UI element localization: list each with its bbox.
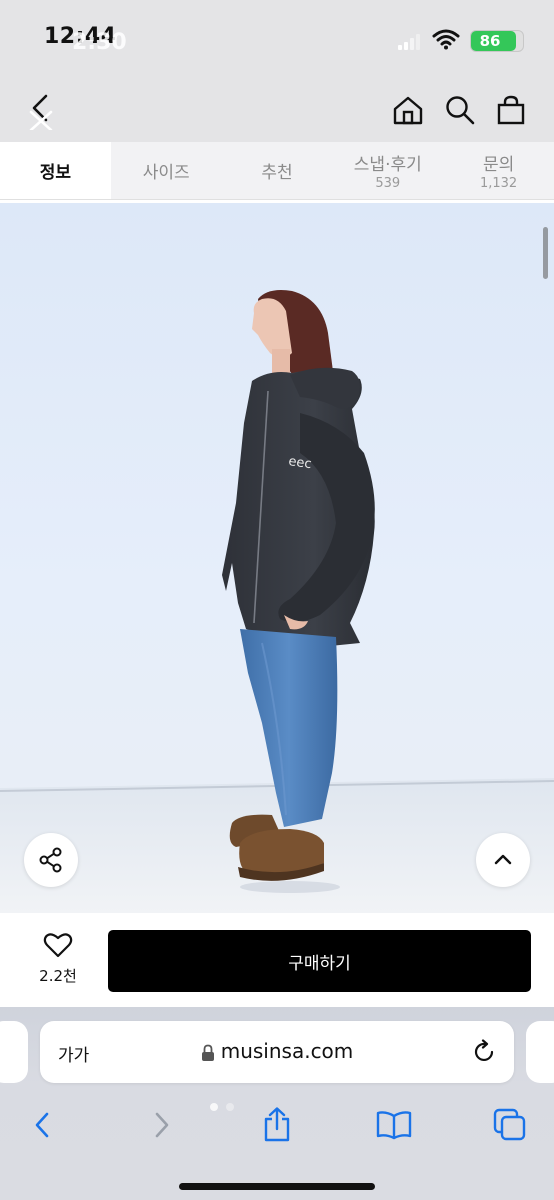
battery-indicator: 86 xyxy=(470,30,524,52)
address-bar[interactable]: 가가 musinsa.com xyxy=(40,1021,514,1083)
tab-label: 정보 xyxy=(39,163,72,183)
svg-text:eec: eec xyxy=(287,454,312,472)
battery-percent: 86 xyxy=(479,32,501,50)
tab-count: 539 xyxy=(375,176,401,191)
browser-share-button[interactable] xyxy=(257,1105,297,1145)
chevron-up-icon xyxy=(494,854,512,865)
like-button[interactable]: 2.2천 xyxy=(24,931,92,986)
scroll-top-button[interactable] xyxy=(476,833,530,887)
wifi-icon xyxy=(432,29,460,50)
tab-count: 1,132 xyxy=(479,176,518,191)
share-icon xyxy=(39,847,62,873)
tab-label: 스냅·후기 xyxy=(353,155,422,175)
tab-label: 사이즈 xyxy=(142,163,190,183)
back-arrow-icon[interactable] xyxy=(20,90,60,130)
url-display[interactable]: musinsa.com xyxy=(40,1039,514,1063)
tabs-button[interactable] xyxy=(490,1105,530,1145)
cellular-signal-icon xyxy=(398,34,420,50)
page-dots xyxy=(210,1103,234,1111)
lock-icon xyxy=(201,1044,214,1061)
next-tab-preview[interactable] xyxy=(526,1021,554,1083)
tabs-icon xyxy=(493,1108,526,1141)
tab-label: 추천 xyxy=(261,163,293,183)
like-count: 2.2천 xyxy=(39,967,77,985)
home-icon[interactable] xyxy=(388,90,428,130)
previous-tab-preview[interactable] xyxy=(0,1021,28,1083)
tab-snap-review[interactable]: 스냅·후기 539 xyxy=(332,142,443,199)
browser-forward-button[interactable] xyxy=(142,1105,182,1145)
back-icon xyxy=(35,1112,49,1138)
product-tabs: 정보 사이즈 추천 스냅·후기 539 문의 1,132 xyxy=(0,142,554,200)
product-image[interactable]: eec xyxy=(0,203,554,913)
tab-label: 문의 xyxy=(482,155,515,175)
status-time-overlay: 2:30 xyxy=(72,30,127,55)
heart-icon xyxy=(43,933,73,958)
bookmarks-button[interactable] xyxy=(374,1105,414,1145)
shopping-bag-icon[interactable] xyxy=(491,90,531,130)
tab-size[interactable]: 사이즈 xyxy=(111,142,222,199)
tab-info[interactable]: 정보 xyxy=(0,142,111,199)
reload-icon[interactable] xyxy=(472,1039,498,1065)
search-icon[interactable] xyxy=(440,90,480,130)
status-bar: 12:44 2:30 86 xyxy=(0,0,554,80)
model-photo: eec xyxy=(0,290,554,913)
share-button[interactable] xyxy=(24,833,78,887)
tab-recommend[interactable]: 추천 xyxy=(222,142,333,199)
bookmarks-icon xyxy=(376,1111,412,1140)
home-indicator xyxy=(179,1183,375,1190)
domain-text: musinsa.com xyxy=(220,1039,354,1063)
tab-inquiry[interactable]: 문의 1,132 xyxy=(443,142,554,199)
buy-button[interactable]: 구매하기 xyxy=(108,930,531,992)
browser-back-button[interactable] xyxy=(22,1105,62,1145)
app-header xyxy=(0,80,554,142)
forward-icon xyxy=(155,1112,169,1138)
scroll-indicator[interactable] xyxy=(543,227,548,279)
share-icon xyxy=(264,1107,290,1142)
browser-toolbar: 가가 musinsa.com xyxy=(0,1007,554,1200)
purchase-bar: 2.2천 구매하기 xyxy=(0,913,554,1007)
